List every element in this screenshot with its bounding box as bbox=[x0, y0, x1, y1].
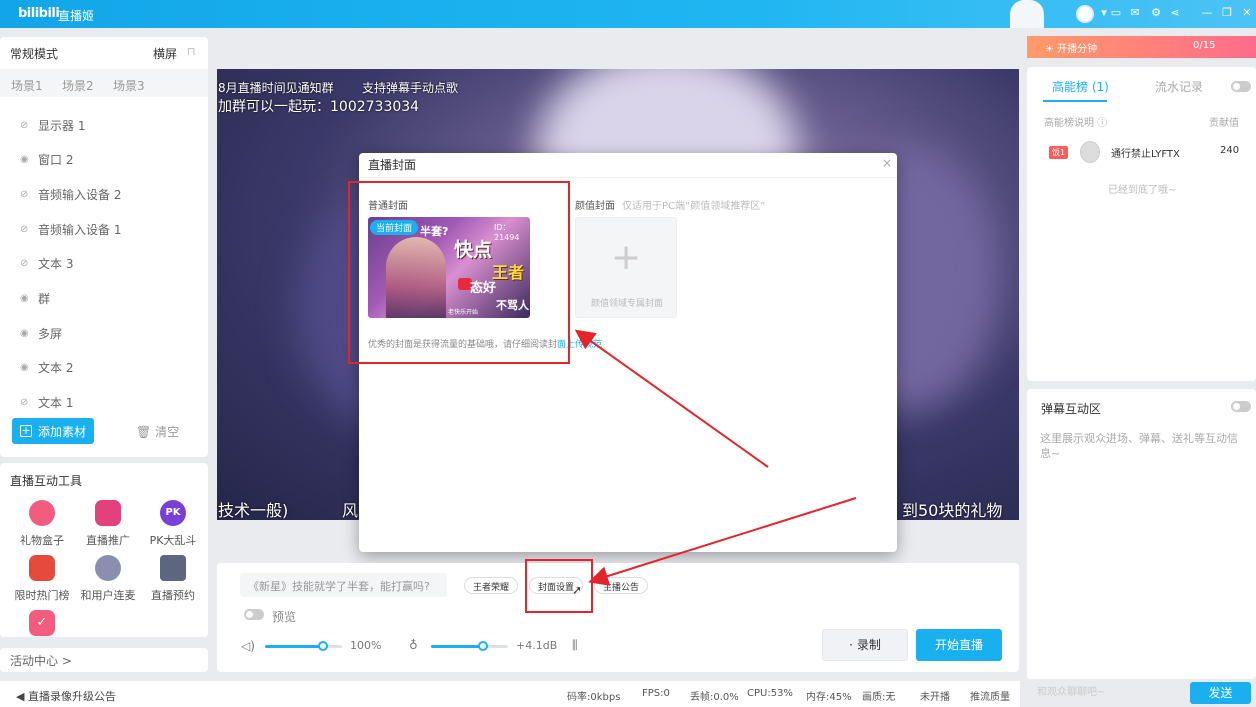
danmaku-placeholder: 这里展示观众进场、弹幕、送礼等互动信息~ bbox=[1040, 432, 1238, 460]
danmaku-panel: 弹幕互动区 这里展示观众进场、弹幕、送礼等互动信息~ bbox=[1027, 389, 1256, 679]
rank-panel: 高能榜 (1) 流水记录 高能榜说明 ⓘ 贡献值 饭1 通行禁止LYFTX 24… bbox=[1027, 67, 1256, 381]
danmaku-toggle[interactable] bbox=[1231, 401, 1251, 412]
fan-badge: 饭1 bbox=[1049, 146, 1069, 159]
danmaku-title: 弹幕互动区 bbox=[1041, 402, 1102, 416]
send-button[interactable]: 发送 bbox=[1190, 682, 1251, 704]
rank-score: 240 bbox=[1220, 145, 1240, 156]
tab-flow-record[interactable]: 流水记录 bbox=[1155, 78, 1203, 95]
question-icon: ⓘ bbox=[1097, 118, 1108, 129]
energy-bar: ☀ 开播分钟 0/15 bbox=[1027, 36, 1256, 58]
rank-help-text: 高能榜说明 bbox=[1044, 118, 1094, 129]
video-quality: 画质:无 bbox=[862, 692, 896, 703]
status-bar: ◀ 直播录像升级公告 码率:0kbps FPS:0 丢帧:0.0% CPU:53… bbox=[0, 681, 1020, 707]
energy-value: 0/15 bbox=[1193, 40, 1216, 51]
fps: FPS:0 bbox=[642, 688, 670, 699]
contribution-header: 贡献值 bbox=[1209, 118, 1239, 129]
tab-underline bbox=[1043, 100, 1107, 102]
energy-label: ☀ 开播分钟 bbox=[1045, 44, 1098, 55]
memory-usage: 内存:45% bbox=[806, 692, 852, 703]
announcement-link[interactable]: ◀ 直播录像升级公告 bbox=[16, 688, 116, 704]
live-status: 未开播 bbox=[920, 692, 950, 703]
tab-high-energy[interactable]: 高能榜 (1) bbox=[1052, 78, 1109, 95]
rank-help-link[interactable]: 高能榜说明 ⓘ bbox=[1044, 114, 1107, 129]
push-quality: 推流质量 bbox=[970, 692, 1010, 703]
rank-user-name[interactable]: 通行禁止LYFTX bbox=[1111, 145, 1180, 160]
frame-drop: 丢帧:0.0% bbox=[690, 692, 739, 703]
list-end-text: 已经到底了哦~ bbox=[1108, 185, 1177, 196]
avatar[interactable] bbox=[1080, 141, 1100, 163]
bitrate: 码率:0kbps bbox=[567, 692, 621, 703]
rank-toggle[interactable] bbox=[1231, 81, 1251, 92]
announcement-text: 直播录像升级公告 bbox=[27, 690, 116, 703]
energy-label-text: 开播分钟 bbox=[1057, 44, 1098, 55]
danmaku-input[interactable]: 和观众聊聊吧~ bbox=[1037, 683, 1105, 698]
cpu-usage: CPU:53% bbox=[747, 688, 793, 699]
cursor-icon: ➚ bbox=[572, 583, 583, 597]
